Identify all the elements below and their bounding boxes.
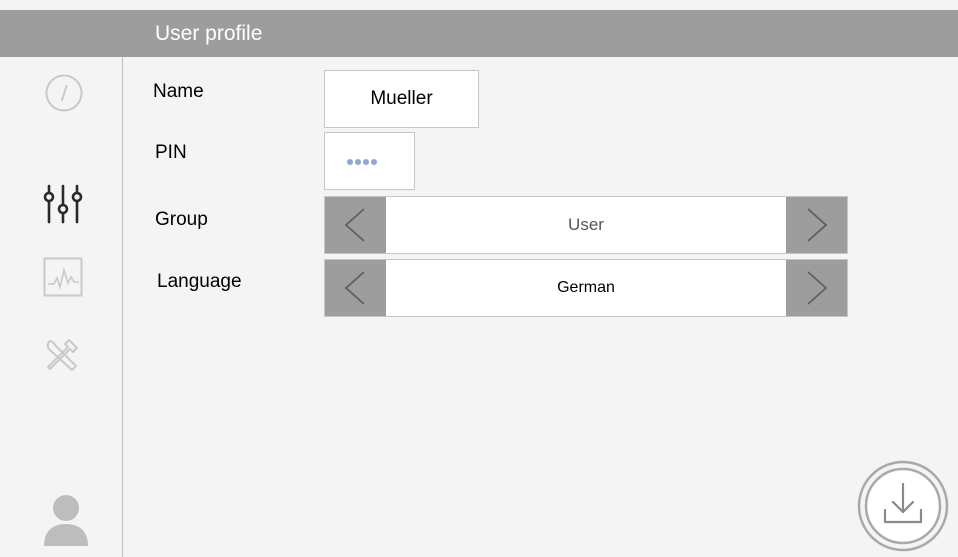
page-title: User profile	[155, 22, 263, 45]
group-value: User	[568, 215, 604, 234]
pin-dot	[363, 159, 369, 165]
name-value: Mueller	[370, 88, 433, 109]
header-bar: User profile	[0, 10, 958, 57]
top-strip	[0, 0, 958, 10]
pin-dot	[371, 159, 377, 165]
chevron-left-icon	[344, 271, 365, 305]
group-prev-button[interactable]	[325, 197, 386, 253]
group-selector: User	[324, 196, 848, 254]
pin-dot	[347, 159, 353, 165]
group-next-button[interactable]	[786, 197, 847, 253]
chart-icon[interactable]	[43, 257, 83, 297]
gauge-icon[interactable]	[44, 73, 84, 113]
language-label: Language	[157, 271, 242, 292]
name-field[interactable]: Mueller	[324, 70, 479, 128]
save-button[interactable]	[857, 460, 949, 552]
language-prev-button[interactable]	[325, 260, 386, 316]
pin-label: PIN	[155, 142, 187, 163]
name-label: Name	[153, 81, 204, 102]
pin-mask	[347, 159, 377, 165]
language-value: German	[557, 279, 615, 296]
sliders-icon[interactable]	[41, 184, 85, 226]
language-next-button[interactable]	[786, 260, 847, 316]
tools-icon[interactable]	[42, 335, 82, 375]
pin-field[interactable]	[324, 132, 415, 190]
language-selector: German	[324, 259, 848, 317]
sidebar	[0, 57, 123, 557]
chevron-right-icon	[807, 208, 828, 242]
chevron-left-icon	[344, 208, 365, 242]
user-icon[interactable]	[44, 494, 88, 546]
chevron-right-icon	[807, 271, 828, 305]
group-label: Group	[155, 209, 208, 230]
pin-dot	[355, 159, 361, 165]
